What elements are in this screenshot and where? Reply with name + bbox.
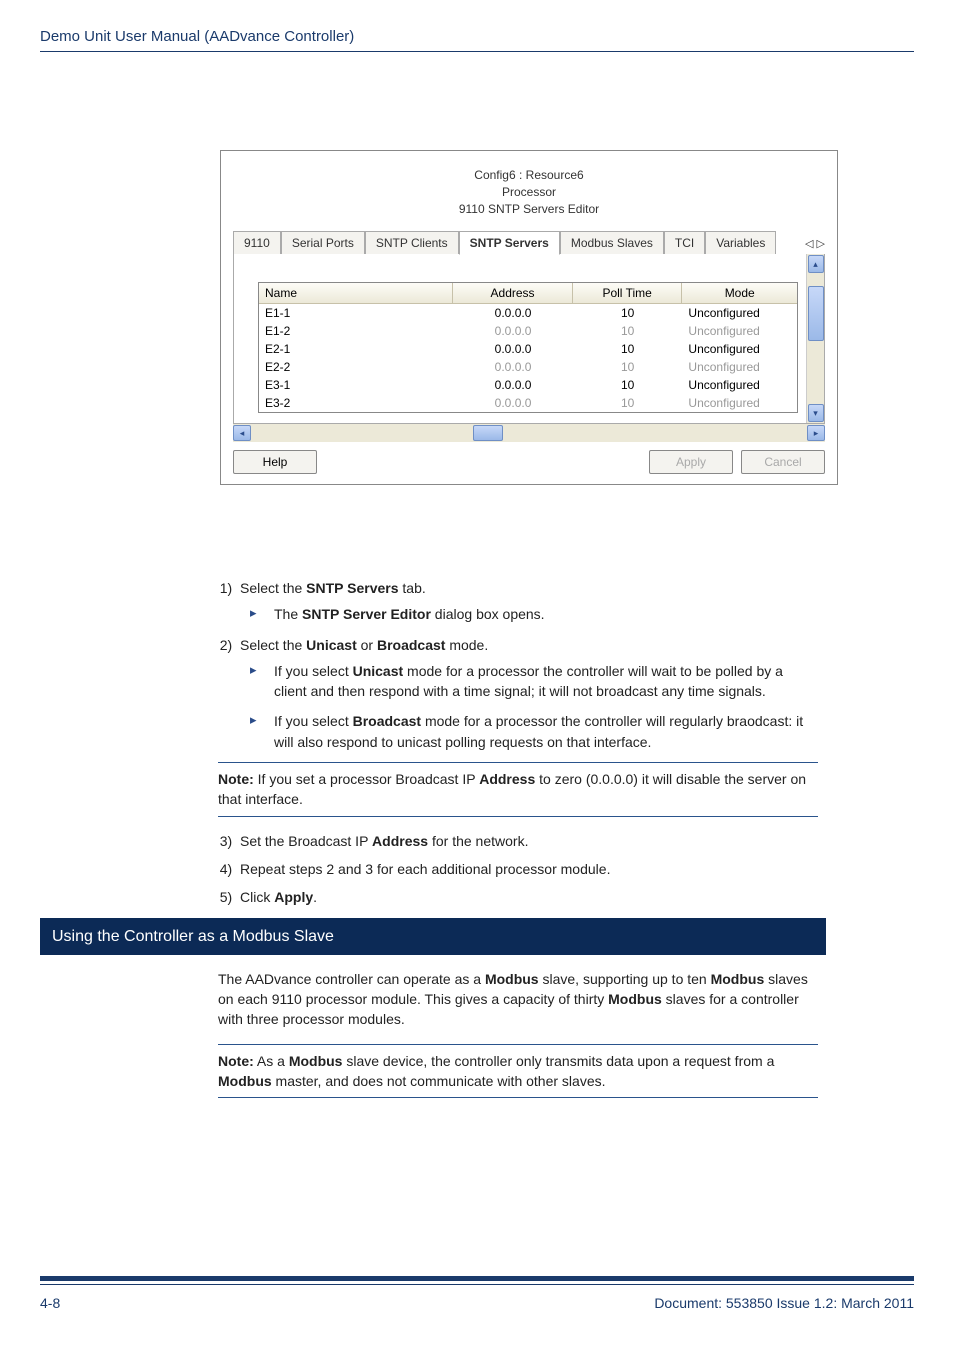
table-row[interactable]: E1-10.0.0.010Unconfigured: [259, 304, 797, 322]
tab-content: Name Address Poll Time Mode E1-10.0.0.01…: [233, 254, 825, 424]
tab-sntp-clients[interactable]: SNTP Clients: [365, 231, 459, 255]
scroll-right-icon[interactable]: ▸: [807, 425, 825, 441]
cell-name: E1-2: [259, 322, 453, 340]
cell-address: 0.0.0.0: [453, 322, 573, 340]
tab-scroll-arrows[interactable]: ◁ ▷: [799, 237, 825, 255]
table-row[interactable]: E1-20.0.0.010Unconfigured: [259, 322, 797, 340]
cell-name: E3-2: [259, 394, 453, 412]
help-button[interactable]: Help: [233, 450, 317, 474]
dialog-button-row: Help Apply Cancel: [233, 442, 825, 474]
dialog-title-line1: Config6 : Resource6: [474, 168, 583, 182]
cell-mode: Unconfigured: [682, 304, 797, 322]
step-3: Set the Broadcast IP Address for the net…: [240, 831, 818, 851]
scroll-down-icon[interactable]: ▾: [808, 404, 824, 422]
cell-poll: 10: [573, 358, 683, 376]
page-footer: 4-8 Document: 553850 Issue 1.2: March 20…: [40, 1284, 914, 1311]
cell-poll: 10: [573, 304, 683, 322]
tab-serial-ports[interactable]: Serial Ports: [281, 231, 365, 255]
table-header-row: Name Address Poll Time Mode: [259, 283, 797, 304]
cell-address: 0.0.0.0: [453, 304, 573, 322]
scroll-thumb[interactable]: [808, 286, 824, 341]
step-2: Select the Unicast or Broadcast mode. If…: [240, 635, 818, 817]
cell-name: E1-1: [259, 304, 453, 322]
tab-9110[interactable]: 9110: [233, 231, 281, 255]
cell-mode: Unconfigured: [682, 376, 797, 394]
footer-document-info: Document: 553850 Issue 1.2: March 2011: [654, 1295, 914, 1311]
page-header: Demo Unit User Manual (AADvance Controll…: [40, 0, 914, 52]
scroll-up-icon[interactable]: ▴: [808, 255, 824, 273]
section-heading: Using the Controller as a Modbus Slave: [40, 918, 826, 955]
tab-variables[interactable]: Variables: [705, 231, 776, 255]
tab-modbus-slaves[interactable]: Modbus Slaves: [560, 231, 664, 255]
step-5: Click Apply.: [240, 887, 818, 907]
scroll-left-icon[interactable]: ◂: [233, 425, 251, 441]
step-1-sub: The SNTP Server Editor dialog box opens.: [248, 604, 818, 624]
cell-name: E2-1: [259, 340, 453, 358]
hscroll-thumb[interactable]: [473, 425, 503, 441]
step-1: Select the SNTP Servers tab. The SNTP Se…: [240, 578, 818, 625]
step-2-sub-2: If you select Broadcast mode for a proce…: [248, 711, 818, 752]
sntp-server-table: Name Address Poll Time Mode E1-10.0.0.01…: [258, 282, 798, 413]
footer-rule: [40, 1276, 914, 1281]
cell-address: 0.0.0.0: [453, 376, 573, 394]
cell-address: 0.0.0.0: [453, 394, 573, 412]
table-row[interactable]: E3-10.0.0.010Unconfigured: [259, 376, 797, 394]
dialog-title: Config6 : Resource6 Processor 9110 SNTP …: [233, 165, 825, 231]
tab-tci[interactable]: TCI: [664, 231, 705, 255]
tab-bar: 9110 Serial Ports SNTP Clients SNTP Serv…: [233, 231, 825, 255]
table-row[interactable]: E2-20.0.0.010Unconfigured: [259, 358, 797, 376]
cell-mode: Unconfigured: [682, 340, 797, 358]
cell-mode: Unconfigured: [682, 322, 797, 340]
sntp-editor-dialog: Config6 : Resource6 Processor 9110 SNTP …: [220, 150, 838, 485]
header-title: Demo Unit User Manual (AADvance Controll…: [40, 28, 354, 45]
step-4: Repeat steps 2 and 3 for each additional…: [240, 859, 818, 879]
dialog-title-line2: Processor: [502, 185, 556, 199]
cell-name: E3-1: [259, 376, 453, 394]
col-address[interactable]: Address: [453, 283, 573, 304]
modbus-intro-paragraph: The AADvance controller can operate as a…: [218, 969, 818, 1030]
dialog-title-line3: 9110 SNTP Servers Editor: [459, 202, 599, 216]
col-name[interactable]: Name: [259, 283, 453, 304]
col-mode[interactable]: Mode: [682, 283, 797, 304]
page-body: Select the SNTP Servers tab. The SNTP Se…: [218, 578, 818, 1112]
cell-address: 0.0.0.0: [453, 358, 573, 376]
cell-poll: 10: [573, 340, 683, 358]
note-modbus-slave: Note: As a Modbus slave device, the cont…: [218, 1044, 818, 1099]
footer-page-number: 4-8: [40, 1295, 60, 1311]
note-broadcast-ip: Note: If you set a processor Broadcast I…: [218, 762, 818, 817]
cancel-button[interactable]: Cancel: [741, 450, 825, 474]
cell-name: E2-2: [259, 358, 453, 376]
cell-poll: 10: [573, 322, 683, 340]
vertical-scrollbar[interactable]: ▴ ▾: [806, 254, 824, 423]
col-poll-time[interactable]: Poll Time: [573, 283, 683, 304]
cell-poll: 10: [573, 376, 683, 394]
cell-address: 0.0.0.0: [453, 340, 573, 358]
table-row[interactable]: E3-20.0.0.010Unconfigured: [259, 394, 797, 412]
tab-sntp-servers[interactable]: SNTP Servers: [459, 231, 560, 255]
step-2-sub-1: If you select Unicast mode for a process…: [248, 661, 818, 702]
table-row[interactable]: E2-10.0.0.010Unconfigured: [259, 340, 797, 358]
horizontal-scrollbar[interactable]: ◂ ▸: [233, 424, 825, 442]
cell-poll: 10: [573, 394, 683, 412]
cell-mode: Unconfigured: [682, 394, 797, 412]
apply-button[interactable]: Apply: [649, 450, 733, 474]
cell-mode: Unconfigured: [682, 358, 797, 376]
